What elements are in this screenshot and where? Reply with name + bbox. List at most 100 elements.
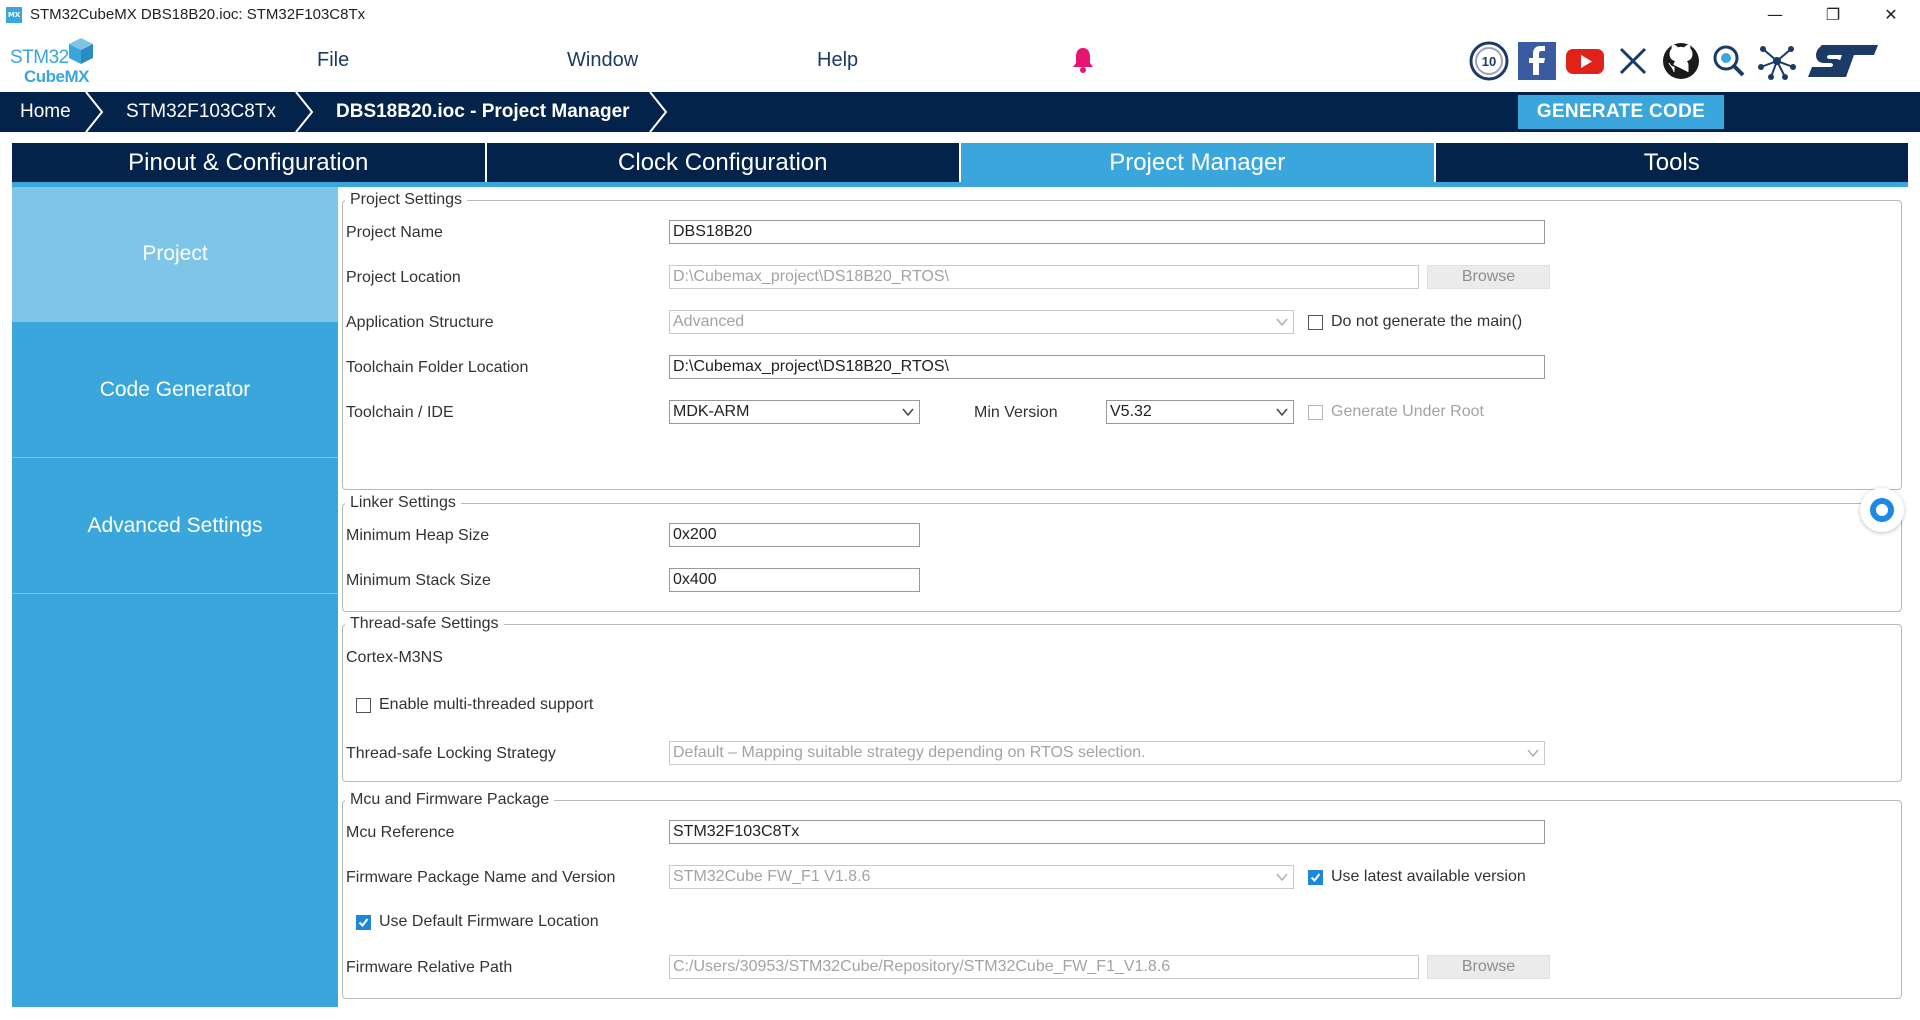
menu-window[interactable]: Window [567, 49, 638, 72]
toolchain-ide-value: MDK-ARM [673, 403, 750, 420]
project-location-browse-button[interactable]: Browse [1427, 265, 1550, 289]
do-not-generate-main-checkbox[interactable]: Do not generate the main() [1308, 313, 1522, 331]
firmware-relative-path-label: Firmware Relative Path [346, 959, 513, 976]
project-settings-panel: Project Settings Project Name DBS18B20 P… [338, 187, 1908, 1007]
tab-project-manager[interactable]: Project Manager [961, 143, 1436, 182]
stm32cubemx-logo: STM32 CubeMX [10, 35, 100, 87]
x-icon[interactable] [1612, 40, 1654, 82]
menu-help[interactable]: Help [817, 49, 858, 72]
generate-code-button[interactable]: GENERATE CODE [1518, 95, 1724, 129]
checkbox-box[interactable] [356, 697, 371, 713]
thread-safe-settings-legend: Thread-safe Settings [350, 615, 499, 632]
checkbox-box[interactable] [1308, 314, 1323, 330]
window-titlebar: MX STM32CubeMX DBS18B20.ioc: STM32F103C8… [0, 0, 1920, 29]
enable-multi-threaded-label: Enable multi-threaded support [379, 696, 594, 713]
checkbox-box[interactable] [1308, 869, 1323, 885]
sidebar-item-advanced-settings[interactable]: Advanced Settings [12, 459, 338, 594]
tab-clock-configuration[interactable]: Clock Configuration [486, 143, 961, 182]
linker-settings-legend: Linker Settings [350, 494, 456, 511]
restore-button[interactable]: ❐ [1804, 0, 1862, 29]
community-icon[interactable] [1708, 40, 1750, 82]
breadcrumb-project-manager[interactable]: DBS18B20.ioc - Project Manager [336, 92, 630, 132]
toolchain-folder-input[interactable]: D:\Cubemax_project\DS18B20_RTOS\ [669, 355, 1545, 379]
use-latest-version-label: Use latest available version [1331, 868, 1526, 885]
floating-assistant-button[interactable] [1860, 488, 1904, 532]
sidebar-item-code-generator[interactable]: Code Generator [12, 323, 338, 458]
checkbox-box[interactable] [1308, 404, 1323, 420]
menu-file[interactable]: File [317, 49, 349, 72]
anniversary-10-icon[interactable]: 10 [1468, 40, 1510, 82]
breadcrumb-separator-icon [295, 92, 314, 132]
linker-settings-group: Linker Settings [342, 494, 1902, 612]
mcu-reference-input[interactable]: STM32F103C8Tx [669, 820, 1545, 844]
check-icon [358, 917, 369, 927]
minimum-stack-size-input[interactable]: 0x400 [669, 568, 920, 592]
tab-tools[interactable]: Tools [1435, 143, 1908, 182]
chevron-down-icon [1276, 318, 1288, 327]
logo-32: 32 [48, 47, 70, 68]
st-logo-icon[interactable] [1804, 40, 1880, 82]
toolchain-ide-select[interactable]: MDK-ARM [669, 400, 920, 424]
tab-pinout-configuration[interactable]: Pinout & Configuration [12, 143, 487, 182]
project-name-input[interactable]: DBS18B20 [669, 220, 1545, 244]
close-button[interactable]: ✕ [1862, 0, 1920, 29]
generate-under-root-label: Generate Under Root [1331, 403, 1484, 420]
chevron-down-icon [1276, 873, 1288, 882]
logo-text-stm32: STM32 [10, 47, 69, 69]
toolchain-folder-label: Toolchain Folder Location [346, 359, 529, 376]
application-structure-value: Advanced [673, 313, 745, 330]
logo-text-cubemx: CubeMX [24, 67, 90, 86]
application-structure-label: Application Structure [346, 314, 494, 331]
cortex-core-label: Cortex-M3NS [346, 649, 443, 666]
cube-icon [69, 38, 93, 64]
mcu-firmware-legend: Mcu and Firmware Package [350, 791, 550, 808]
use-latest-version-checkbox[interactable]: Use latest available version [1308, 868, 1526, 886]
breadcrumb: Home STM32F103C8Tx DBS18B20.ioc - Projec… [0, 92, 1920, 132]
main-tabs: Pinout & Configuration Clock Configurati… [12, 143, 1908, 182]
social-links: 10 [1468, 39, 1886, 83]
notification-bell-icon[interactable] [1071, 46, 1095, 74]
use-default-firmware-location-checkbox[interactable]: Use Default Firmware Location [356, 913, 599, 931]
logo-stm: STM [10, 47, 49, 68]
project-location-input[interactable]: D:\Cubemax_project\DS18B20_RTOS\ [669, 265, 1419, 289]
generate-under-root-checkbox[interactable]: Generate Under Root [1308, 403, 1484, 421]
firmware-path-browse-button[interactable]: Browse [1427, 955, 1550, 979]
checkbox-box[interactable] [356, 914, 371, 930]
chevron-down-icon [902, 408, 914, 417]
minimum-heap-size-label: Minimum Heap Size [346, 527, 490, 544]
facebook-icon[interactable] [1516, 40, 1558, 82]
github-icon[interactable] [1660, 40, 1702, 82]
firmware-package-label: Firmware Package Name and Version [346, 869, 616, 886]
breadcrumb-mcu[interactable]: STM32F103C8Tx [126, 92, 276, 132]
application-structure-select[interactable]: Advanced [669, 310, 1294, 334]
chevron-down-icon [1527, 749, 1539, 758]
min-version-label: Min Version [974, 404, 1058, 421]
do-not-generate-main-label: Do not generate the main() [1331, 313, 1523, 330]
minimize-button[interactable]: — [1746, 0, 1804, 29]
app-icon: MX [6, 6, 22, 23]
min-version-value: V5.32 [1110, 403, 1152, 420]
thread-safe-locking-select[interactable]: Default – Mapping suitable strategy depe… [669, 741, 1545, 765]
window-controls: — ❐ ✕ [1746, 0, 1920, 29]
use-default-firmware-location-label: Use Default Firmware Location [379, 913, 599, 930]
minimum-stack-size-label: Minimum Stack Size [346, 572, 491, 589]
breadcrumb-separator-icon [649, 92, 668, 132]
mcu-reference-label: Mcu Reference [346, 824, 455, 841]
thread-safe-locking-value: Default – Mapping suitable strategy depe… [673, 744, 1146, 761]
enable-multi-threaded-checkbox[interactable]: Enable multi-threaded support [356, 696, 593, 714]
thread-safe-locking-label: Thread-safe Locking Strategy [346, 745, 556, 762]
firmware-package-select[interactable]: STM32Cube FW_F1 V1.8.6 [669, 865, 1294, 889]
menu-bar: STM32 CubeMX File Window Help 10 [0, 29, 1920, 92]
min-version-select[interactable]: V5.32 [1106, 400, 1294, 424]
svg-text:10: 10 [1482, 54, 1496, 69]
toolchain-ide-label: Toolchain / IDE [346, 404, 454, 421]
youtube-icon[interactable] [1564, 40, 1606, 82]
sidebar-item-project[interactable]: Project [12, 187, 338, 322]
firmware-relative-path-input[interactable]: C:/Users/30953/STM32Cube/Repository/STM3… [669, 955, 1419, 979]
breadcrumb-home[interactable]: Home [20, 92, 71, 132]
minimum-heap-size-input[interactable]: 0x200 [669, 523, 920, 547]
network-icon[interactable] [1756, 40, 1798, 82]
window-title: STM32CubeMX DBS18B20.ioc: STM32F103C8Tx [30, 6, 366, 23]
chevron-down-icon [1276, 408, 1288, 417]
project-location-label: Project Location [346, 269, 461, 286]
